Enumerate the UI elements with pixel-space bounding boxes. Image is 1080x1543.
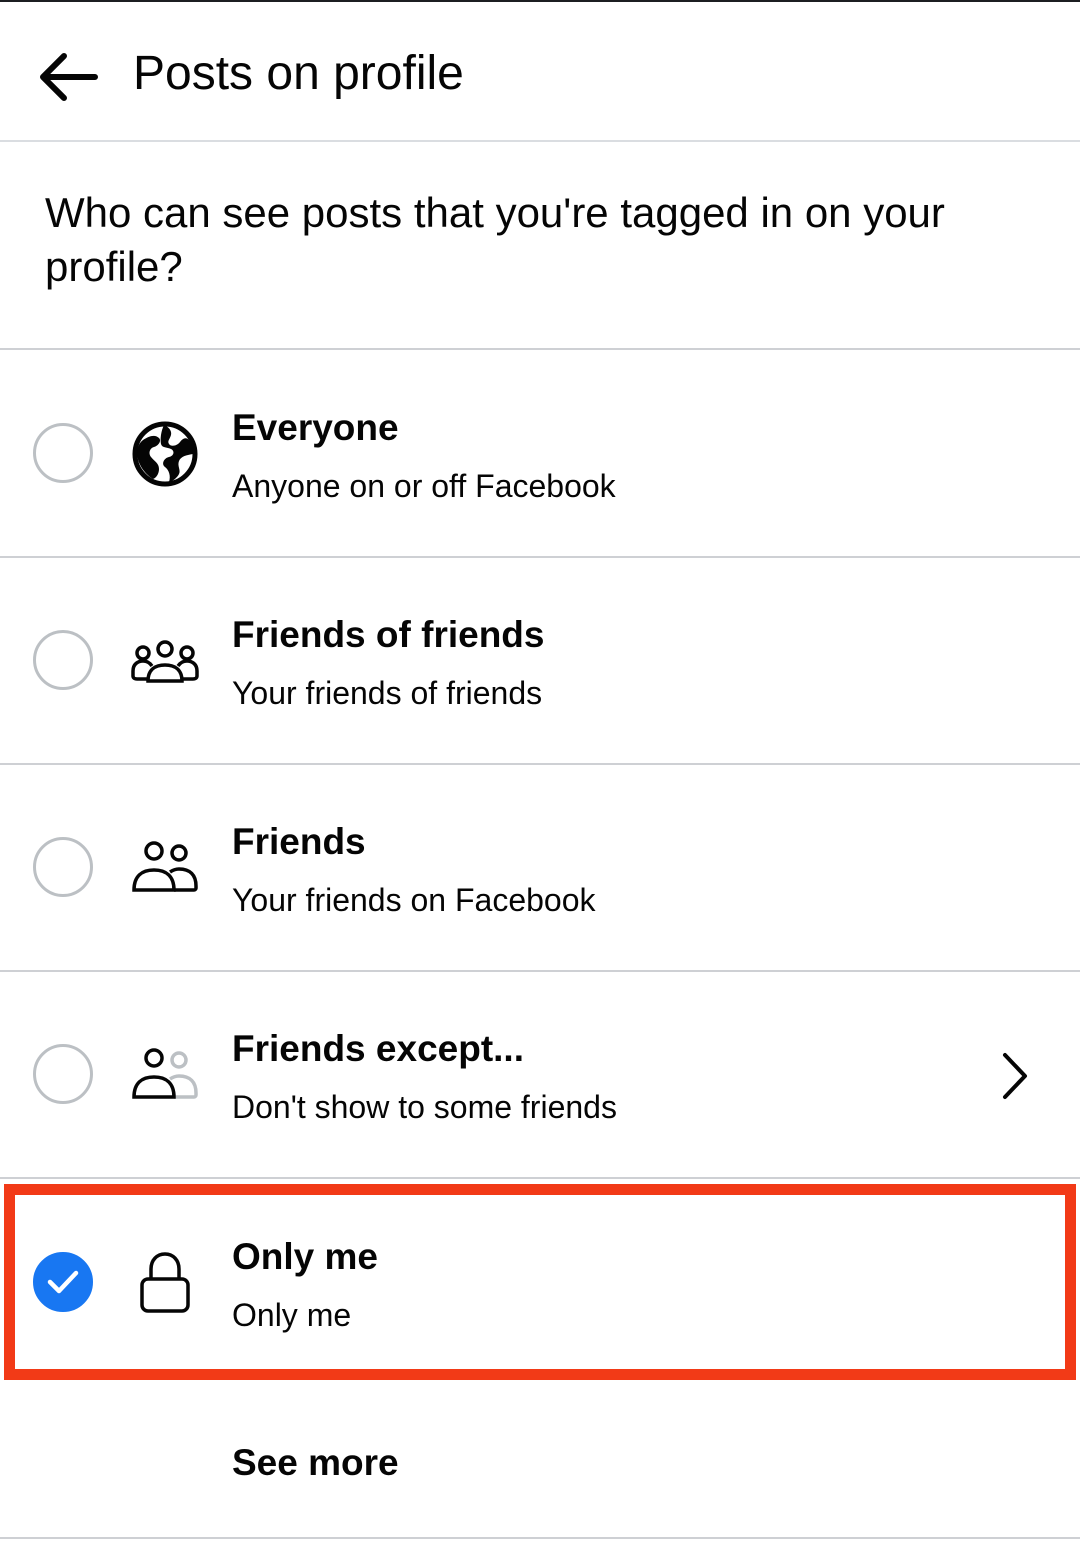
option-subtitle: Only me <box>232 1297 352 1333</box>
question-text: Who can see posts that you're tagged in … <box>45 189 945 290</box>
check-icon <box>47 1270 79 1294</box>
option-title: Friends except... <box>232 1028 524 1069</box>
option-subtitle: Don't show to some friends <box>232 1089 617 1125</box>
friends-of-friends-icon <box>130 626 200 696</box>
option-friends[interactable]: Friends Your friends on Facebook <box>0 765 1080 972</box>
header: Posts on profile <box>0 2 1080 142</box>
option-subtitle: Anyone on or off Facebook <box>232 468 616 504</box>
option-friends-except[interactable]: Friends except... Don't show to some fri… <box>0 972 1080 1179</box>
bottom-divider <box>0 1537 1080 1539</box>
friends-icon <box>130 833 200 903</box>
option-title: Everyone <box>232 407 399 448</box>
option-title: Friends of friends <box>232 614 545 655</box>
radio-only-me[interactable] <box>33 1252 93 1312</box>
option-title: Friends <box>232 821 366 862</box>
chevron-right-icon[interactable] <box>990 1046 1040 1106</box>
option-title: Only me <box>232 1236 378 1277</box>
arrow-left-icon <box>40 53 98 101</box>
lock-icon <box>130 1247 200 1317</box>
radio-everyone[interactable] <box>33 423 93 483</box>
option-subtitle: Your friends on Facebook <box>232 882 596 918</box>
radio-friends[interactable] <box>33 837 93 897</box>
globe-icon <box>130 419 200 489</box>
radio-friends-except[interactable] <box>33 1044 93 1104</box>
radio-friends-of-friends[interactable] <box>33 630 93 690</box>
option-subtitle: Your friends of friends <box>232 675 543 711</box>
question-section: Who can see posts that you're tagged in … <box>0 142 1080 350</box>
option-friends-of-friends[interactable]: Friends of friends Your friends of frien… <box>0 558 1080 765</box>
page-title: Posts on profile <box>133 47 464 100</box>
back-button[interactable] <box>28 42 108 112</box>
friends-except-icon <box>130 1040 200 1110</box>
option-everyone[interactable]: Everyone Anyone on or off Facebook <box>0 351 1080 558</box>
see-more-button[interactable]: See more <box>232 1440 399 1486</box>
option-only-me[interactable]: Only me Only me <box>0 1179 1080 1392</box>
